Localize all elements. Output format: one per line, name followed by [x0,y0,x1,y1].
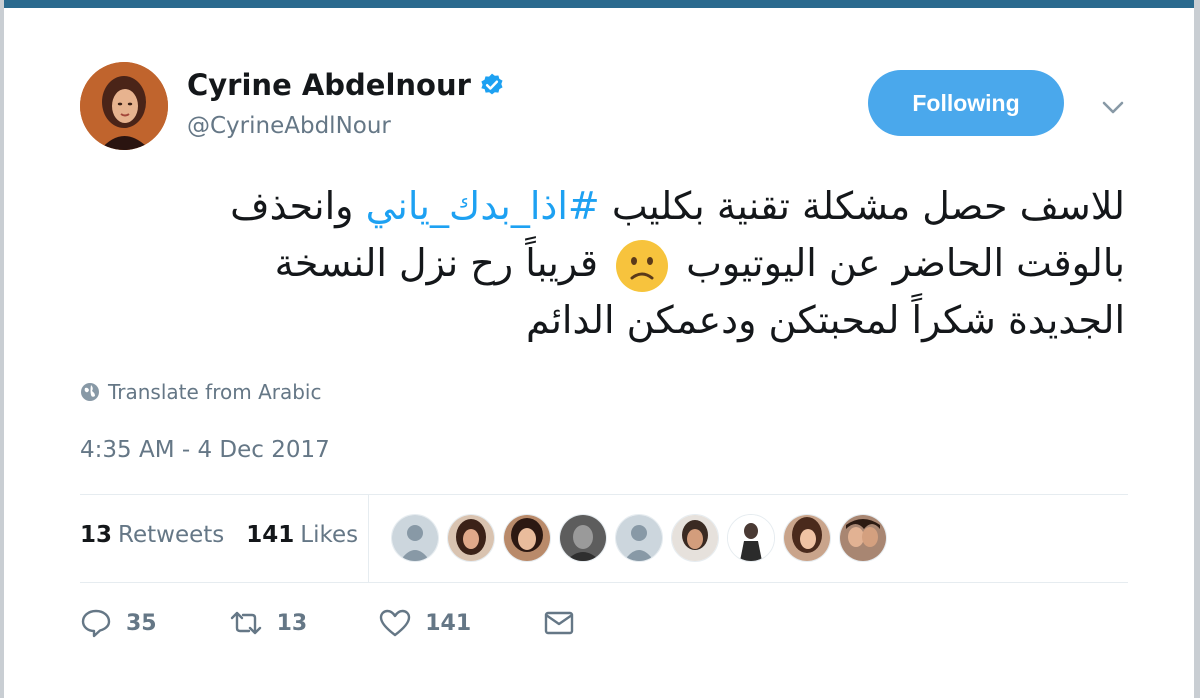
translate-link[interactable]: Translate from Arabic [80,380,321,404]
window-right-edge [1194,0,1200,698]
liker-avatar[interactable] [839,514,887,562]
following-button[interactable]: Following [868,70,1064,136]
tweet-timestamp[interactable]: 4:35 AM - 4 Dec 2017 [80,437,330,463]
divider [80,582,1128,583]
tweet-text-segment: بالوقت الحاضر عن اليوتيوب [674,241,1125,285]
tweet-line: بالوقت الحاضر عن اليوتيوب قريباً رح نزل … [150,235,1125,292]
likers-avatars [391,514,895,562]
retweets-label: Retweets [118,522,225,548]
engagement-stats: 13 Retweets 141 Likes [80,522,380,548]
author-name-row: Cyrine Abdelnour [187,68,505,102]
retweet-icon [230,611,261,635]
author-handle[interactable]: @CyrineAbdlNour [187,113,391,139]
liker-avatar[interactable] [615,514,663,562]
tweet-actions: 35 13 141 [80,608,647,638]
retweets-count: 13 [80,522,113,548]
globe-icon [81,383,99,401]
liker-avatar[interactable] [671,514,719,562]
likes-count: 141 [246,522,295,548]
tweet-text-segment: الجديدة شكراً لمحبتكن ودعمكن الدائم [526,298,1125,342]
translate-label: Translate from Arabic [108,380,322,404]
like-button[interactable]: 141 [379,608,471,638]
reply-count: 35 [126,610,157,636]
liker-avatar[interactable] [727,514,775,562]
liker-avatar[interactable] [559,514,607,562]
tweet-line: للاسف حصل مشكلة تقنية بكليب #اذا_بدك_يان… [150,178,1125,235]
avatar-portrait-icon [80,62,168,150]
hashtag-link[interactable]: #اذا_بدك_ياني [366,184,600,228]
author-avatar[interactable] [80,62,168,150]
tweet-text-segment: للاسف حصل مشكلة تقنية بكليب [599,184,1125,228]
tweet-line: الجديدة شكراً لمحبتكن ودعمكن الدائم [150,292,1125,349]
tweet-text-segment: قريباً رح نزل النسخة [274,241,611,285]
author-name[interactable]: Cyrine Abdelnour [187,68,471,102]
liker-avatar[interactable] [447,514,495,562]
tweet-text-segment: وانحذف [230,184,366,228]
heart-icon [380,609,411,637]
direct-message-button[interactable] [543,610,575,636]
tweet-text: للاسف حصل مشكلة تقنية بكليب #اذا_بدك_يان… [150,178,1125,349]
window-left-edge [0,0,4,698]
likes-label: Likes [300,522,359,548]
reply-icon [81,609,111,638]
verified-badge-icon [481,73,503,95]
retweet-button[interactable]: 13 [229,609,308,637]
liker-avatar[interactable] [391,514,439,562]
reply-button[interactable]: 35 [80,608,157,638]
liker-avatar[interactable] [783,514,831,562]
envelope-icon [544,611,574,635]
retweet-count: 13 [276,610,308,636]
frowning-face-emoji-icon [616,239,669,292]
retweets-stat[interactable]: 13 Retweets [80,522,224,548]
divider [80,494,1128,495]
chevron-down-icon[interactable] [1098,92,1128,122]
liker-avatar[interactable] [503,514,551,562]
likes-stat[interactable]: 141 Likes [246,522,358,548]
window-top-strip [0,0,1200,8]
like-count: 141 [425,610,472,636]
